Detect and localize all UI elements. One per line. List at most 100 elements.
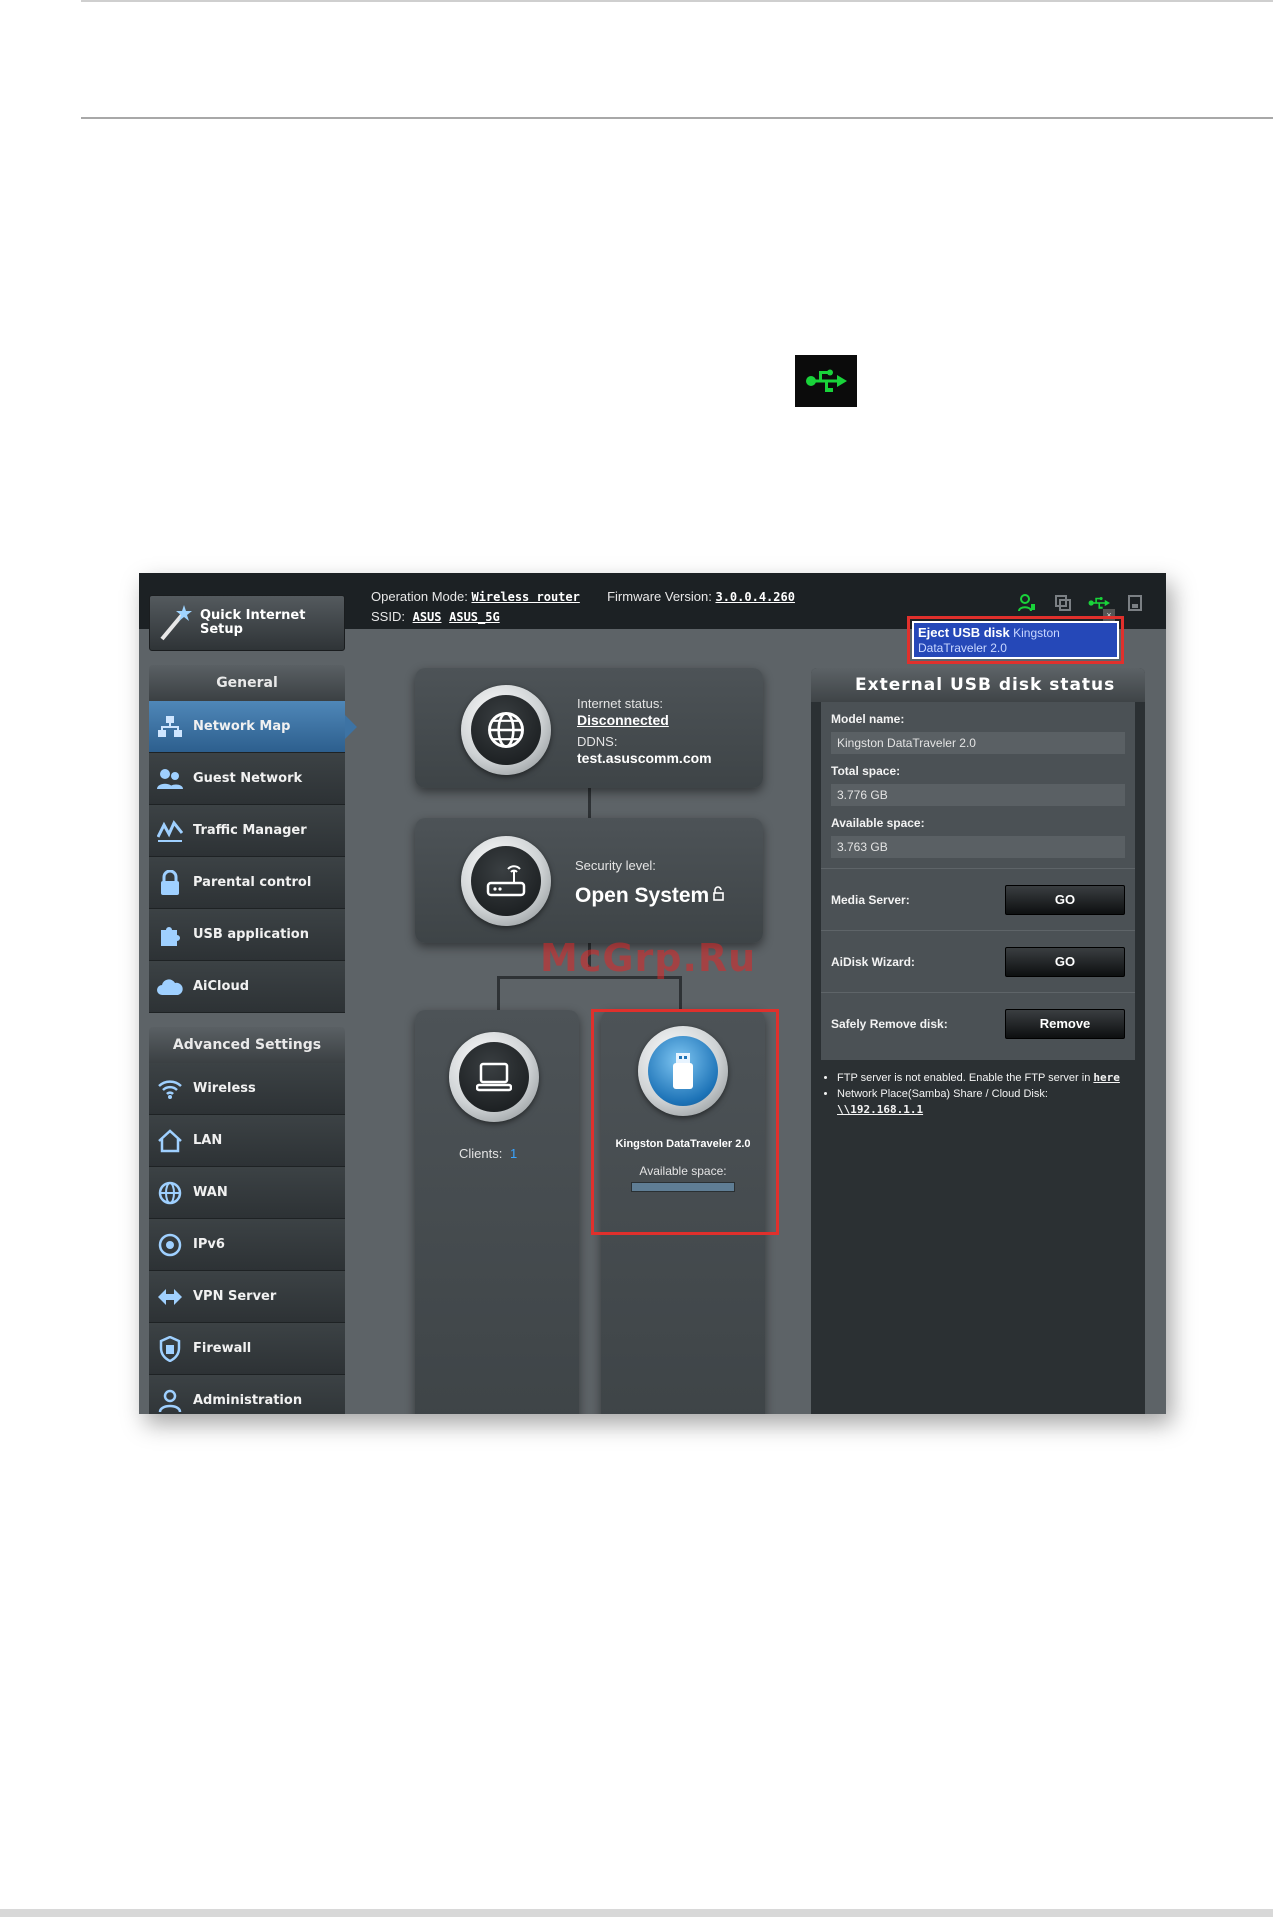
globe-orb	[461, 685, 551, 775]
sidebar-item-parental-control[interactable]: Parental control	[149, 857, 345, 909]
sidebar-item-wireless[interactable]: Wireless	[149, 1063, 345, 1115]
wifi-icon	[155, 1074, 185, 1104]
clients-count-link[interactable]: 1	[510, 1146, 517, 1161]
lan-icon[interactable]	[1124, 593, 1146, 613]
ssid-link-24g[interactable]: ASUS	[413, 610, 442, 624]
top-rule	[81, 0, 1273, 2]
firmware-label: Firmware Version:	[607, 589, 712, 604]
vpn-icon	[155, 1282, 185, 1312]
model-name-value: Kingston DataTraveler 2.0	[831, 732, 1125, 754]
sidebar-item-label: VPN Server	[193, 1289, 277, 1304]
media-server-label: Media Server:	[831, 892, 910, 907]
usb-notes: FTP server is not enabled. Enable the FT…	[811, 1060, 1145, 1128]
bottom-rule	[0, 1909, 1273, 1917]
qis-label-line2: Setup	[200, 622, 243, 637]
general-section-header: General	[149, 665, 345, 701]
sidebar-item-label: Traffic Manager	[193, 823, 307, 838]
aidisk-wizard-label: AiDisk Wizard:	[831, 954, 915, 969]
sidebar-item-label: WAN	[193, 1185, 228, 1200]
guest-network-icon	[155, 764, 185, 794]
usb-icon	[795, 355, 857, 407]
sidebar-item-label: Parental control	[193, 875, 312, 890]
quick-internet-setup-button[interactable]: Quick Internet Setup	[149, 595, 345, 651]
sidebar-item-label: IPv6	[193, 1237, 225, 1252]
aidisk-wizard-go-button[interactable]: GO	[1005, 946, 1125, 977]
ipv6-icon	[155, 1230, 185, 1260]
globe-icon	[155, 1178, 185, 1208]
available-space-value: 3.763 GB	[831, 836, 1125, 858]
connector-line	[588, 788, 591, 818]
status-icons	[1016, 593, 1146, 613]
home-icon	[155, 1126, 185, 1156]
sidebar-item-wan[interactable]: WAN	[149, 1167, 345, 1219]
samba-note: Network Place(Samba) Share / Cloud Disk:…	[837, 1086, 1131, 1118]
sidebar-item-lan[interactable]: LAN	[149, 1115, 345, 1167]
total-space-label: Total space:	[831, 764, 901, 778]
clients-icon[interactable]	[1016, 593, 1038, 613]
clients-orb	[449, 1032, 539, 1122]
header-rule	[81, 117, 1273, 119]
remove-disk-button[interactable]: Remove	[1005, 1008, 1125, 1039]
ssid-label: SSID:	[371, 609, 405, 624]
sidebar-item-label: Wireless	[193, 1081, 256, 1096]
security-level-label: Security level:	[575, 858, 656, 873]
sidebar-item-administration[interactable]: Administration	[149, 1375, 345, 1414]
op-mode-link[interactable]: Wireless router	[471, 590, 579, 604]
puzzle-icon	[155, 920, 185, 950]
clients-card[interactable]: Clients: 1	[415, 1010, 579, 1414]
advanced-settings-header: Advanced Settings	[149, 1027, 345, 1063]
internet-status-card[interactable]: Internet status: Disconnected DDNS: test…	[415, 668, 763, 788]
printer-icon[interactable]	[1052, 593, 1074, 613]
ssid-line: SSID: ASUS ASUS_5G	[371, 609, 500, 624]
sidebar-item-label: AiCloud	[193, 979, 250, 994]
sidebar-item-label: Firewall	[193, 1341, 252, 1356]
available-space-label: Available space:	[831, 816, 925, 830]
sidebar-item-label: Guest Network	[193, 771, 303, 786]
sidebar: General Network Map Guest Network Traffi…	[149, 665, 357, 1414]
lock-icon	[155, 868, 185, 898]
unlock-icon	[711, 886, 727, 907]
media-server-go-button[interactable]: GO	[1005, 884, 1125, 915]
safely-remove-label: Safely Remove disk:	[831, 1016, 948, 1031]
sidebar-item-label: USB application	[193, 927, 309, 942]
firmware-link[interactable]: 3.0.0.4.260	[715, 590, 794, 604]
sidebar-item-ipv6[interactable]: IPv6	[149, 1219, 345, 1271]
sidebar-item-label: LAN	[193, 1133, 223, 1148]
connector-line	[679, 976, 682, 1010]
total-space-value: 3.776 GB	[831, 784, 1125, 806]
sidebar-item-usb-application[interactable]: USB application	[149, 909, 345, 961]
ddns-value: test.asuscomm.com	[577, 750, 712, 766]
connector-line	[497, 976, 500, 1010]
traffic-manager-icon	[155, 816, 185, 846]
ftp-enable-link[interactable]: here	[1093, 1071, 1120, 1084]
shield-icon	[155, 1334, 185, 1364]
router-orb	[461, 836, 551, 926]
ssid-link-5g[interactable]: ASUS_5G	[449, 610, 500, 624]
internet-status-link[interactable]: Disconnected	[577, 712, 669, 728]
sidebar-item-label: Administration	[193, 1393, 303, 1408]
watermark: McGrp.Ru	[540, 936, 757, 980]
sidebar-item-aicloud[interactable]: AiCloud	[149, 961, 345, 1013]
security-level-value: Open System	[575, 884, 710, 907]
internet-status-label: Internet status:	[577, 696, 663, 711]
operation-mode-line: Operation Mode: Wireless router Firmware…	[371, 589, 795, 604]
sidebar-item-traffic-manager[interactable]: Traffic Manager	[149, 805, 345, 857]
ddns-label: DDNS:	[577, 734, 618, 749]
op-mode-label: Operation Mode:	[371, 589, 468, 604]
admin-icon	[155, 1386, 185, 1415]
ftp-note: FTP server is not enabled. Enable the FT…	[837, 1070, 1131, 1086]
usb-disk-status-panel: External USB disk status Model name: Kin…	[811, 668, 1145, 1414]
security-level-card[interactable]: Security level: Open System	[415, 818, 763, 943]
sidebar-item-firewall[interactable]: Firewall	[149, 1323, 345, 1375]
cloud-icon	[155, 972, 185, 1002]
usb-card-highlight	[591, 1009, 779, 1235]
router-ui-screenshot: Operation Mode: Wireless router Firmware…	[139, 573, 1166, 1414]
panel-title: External USB disk status	[811, 668, 1145, 702]
samba-share-link[interactable]: \\192.168.1.1	[837, 1103, 923, 1116]
qis-label-line1: Quick Internet	[200, 608, 306, 623]
network-map-icon	[155, 712, 185, 742]
magic-wand-icon	[152, 599, 200, 647]
sidebar-item-guest-network[interactable]: Guest Network	[149, 753, 345, 805]
sidebar-item-vpn-server[interactable]: VPN Server	[149, 1271, 345, 1323]
sidebar-item-network-map[interactable]: Network Map	[149, 701, 357, 753]
